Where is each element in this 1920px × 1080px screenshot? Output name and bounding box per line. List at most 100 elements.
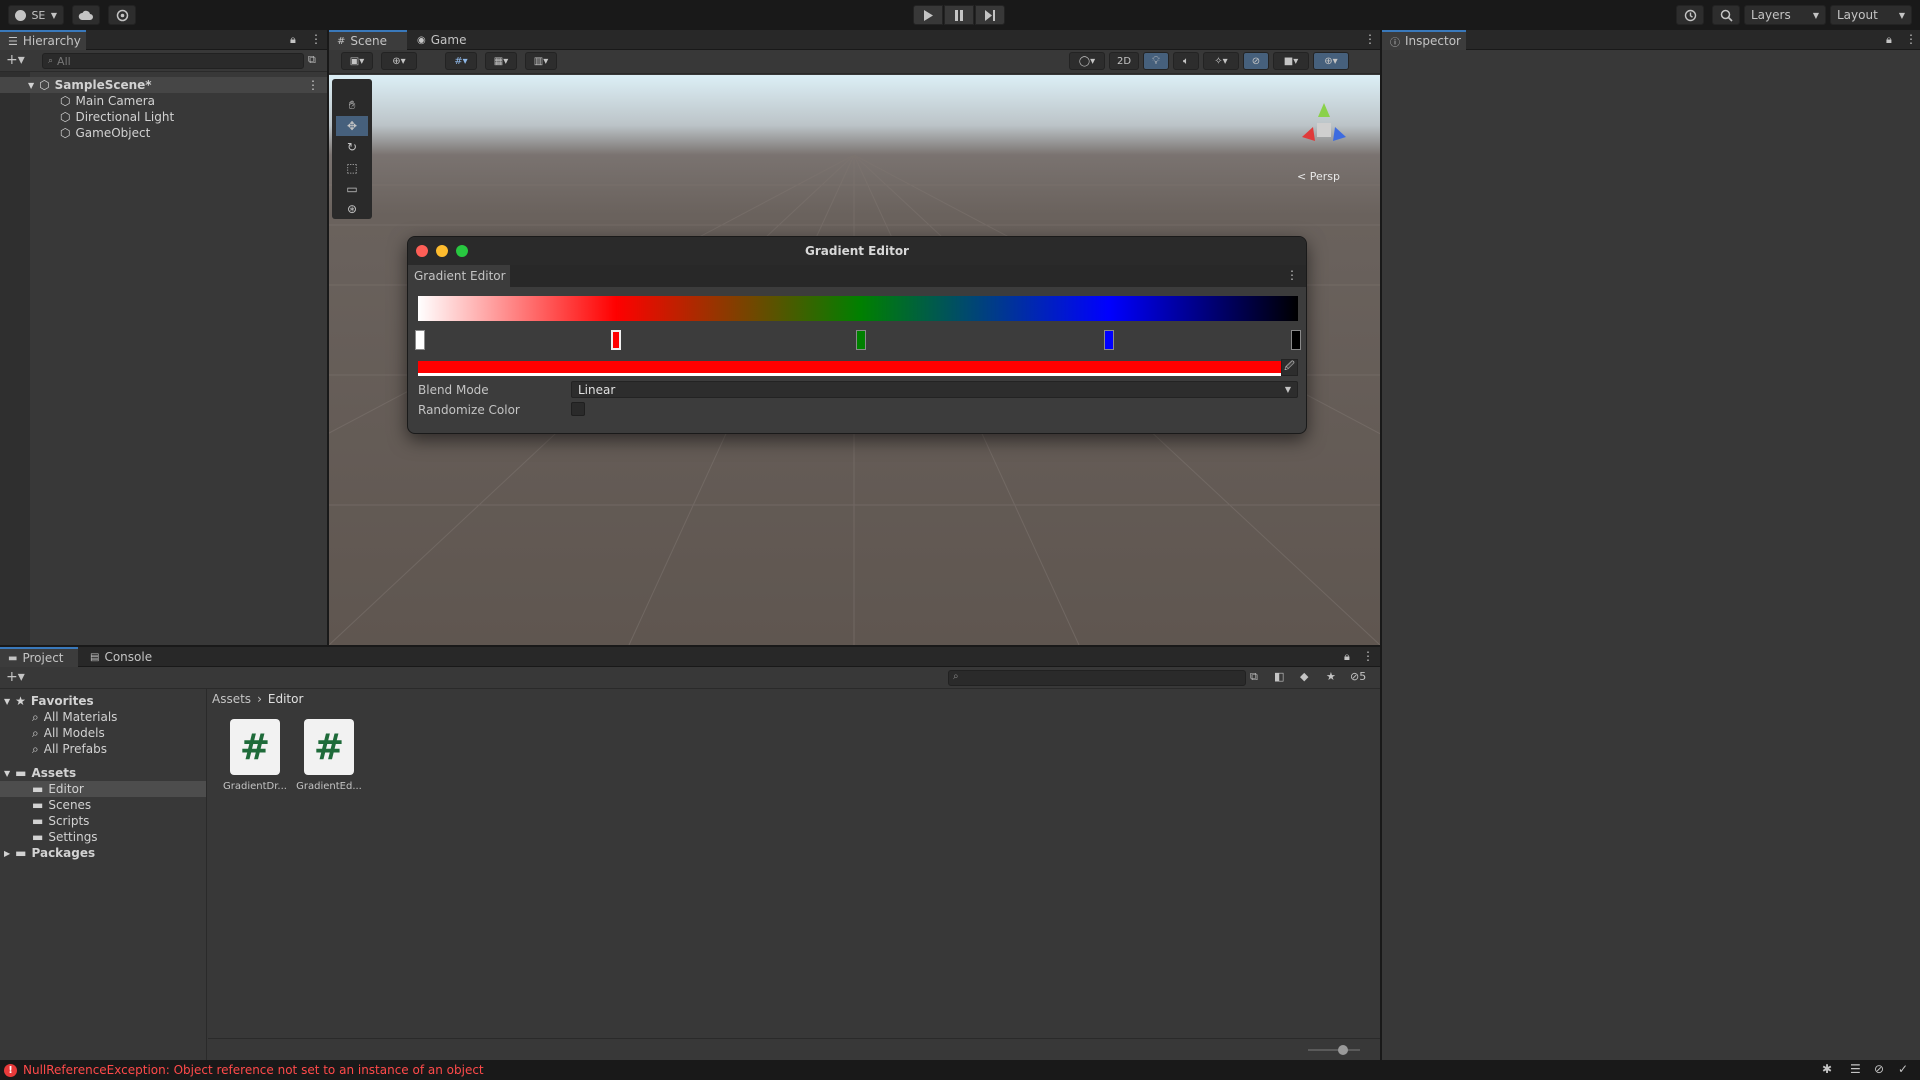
effects-dropdown[interactable]: ✧▾ (1203, 52, 1239, 70)
audio-toggle[interactable]: 🔈︎ (1173, 52, 1199, 70)
step-button[interactable] (975, 5, 1005, 25)
move-tool-button[interactable]: ✥ (336, 116, 368, 136)
rotate-tool-button[interactable]: ↻ (336, 137, 368, 157)
hierarchy-item[interactable]: ⬡ Directional Light (60, 109, 174, 125)
more-options-icon[interactable]: ⋮ (1905, 32, 1917, 46)
scene-row[interactable]: ▼ ⬡ SampleScene* ⋮ (0, 77, 327, 93)
gizmo-center[interactable] (1317, 123, 1331, 137)
favorite-item[interactable]: ⌕ All Prefabs (32, 741, 107, 757)
tab-console[interactable]: ▤ Console (82, 647, 162, 667)
file-item[interactable]: # GradientEd... (296, 719, 362, 799)
hidden-packages-toggle[interactable]: ⊘5 (1350, 670, 1366, 683)
assets-header[interactable]: ▼ ▬ Assets (4, 765, 76, 781)
add-icon[interactable]: +▾ (6, 669, 25, 685)
color-keys-track[interactable] (408, 237, 1306, 357)
tab-game[interactable]: ◉ Game (409, 30, 477, 50)
folder-item[interactable]: ▬ Settings (32, 829, 98, 845)
folder-item-selected[interactable]: ▬ Editor (0, 781, 206, 797)
projection-toggle[interactable]: < Persp (1297, 170, 1340, 183)
favorite-item[interactable]: ⌕ All Materials (32, 709, 117, 725)
play-button[interactable] (913, 5, 943, 25)
hierarchy-item-label: GameObject (75, 126, 151, 140)
search-by-type-icon[interactable]: ⧉ (1250, 670, 1258, 684)
more-options-icon[interactable]: ⋮ (310, 32, 322, 46)
breadcrumb-assets[interactable]: Assets (212, 692, 251, 706)
hidden-objects-toggle[interactable]: ⊘ (1243, 52, 1269, 70)
snap-dropdown[interactable]: ▦▾ (485, 52, 517, 70)
y-axis-cone[interactable] (1318, 103, 1330, 117)
hand-tool-button[interactable]: ✋︎ (336, 95, 368, 115)
global-dropdown[interactable]: ⊕▾ (381, 52, 417, 70)
slider-thumb[interactable] (1338, 1045, 1348, 1055)
lock-icon[interactable]: 🔒︎ (1344, 650, 1350, 664)
scale-tool-button[interactable]: ⬚ (336, 158, 368, 178)
color-key-selected[interactable] (611, 330, 621, 350)
tab-hierarchy[interactable]: ☰ Hierarchy (0, 30, 86, 50)
project-search-field[interactable]: ⌕ (948, 670, 1246, 686)
tab-label: Console (104, 650, 153, 664)
transform-tool-button[interactable]: ⊛ (336, 199, 368, 219)
draw-mode-dropdown[interactable]: ▣▾ (341, 52, 373, 70)
hierarchy-search-field[interactable]: ⌕ All (42, 53, 304, 69)
more-options-icon[interactable]: ⋮ (1364, 32, 1376, 46)
add-icon[interactable]: +▾ (6, 52, 25, 68)
lock-icon[interactable]: 🔒︎ (1886, 33, 1892, 47)
eyedropper-button[interactable]: 🖉︎ (1281, 359, 1298, 376)
icon-size-slider[interactable] (1308, 1049, 1360, 1051)
tab-project[interactable]: ▬ Project (0, 647, 78, 667)
bug-icon[interactable]: ✱ (1822, 1062, 1832, 1076)
sphere-icon: ◯▾ (1078, 55, 1096, 67)
file-item[interactable]: # GradientDr... (222, 719, 288, 799)
grid-snap-dropdown[interactable]: #▾ (445, 52, 477, 70)
camera-dropdown[interactable]: ■▾ (1273, 52, 1309, 70)
collab-button[interactable] (108, 5, 136, 25)
breadcrumb-editor[interactable]: Editor (268, 692, 304, 706)
color-key[interactable] (1291, 330, 1301, 350)
cloud-button[interactable] (72, 5, 100, 25)
tab-scene[interactable]: # Scene (329, 30, 407, 50)
increment-dropdown[interactable]: ▥▾ (525, 52, 557, 70)
layers-dropdown[interactable]: Layers ▼ (1744, 5, 1826, 25)
favorite-star-icon[interactable]: ★ (1326, 670, 1336, 683)
more-options-icon[interactable]: ⋮ (307, 78, 319, 92)
packages-header[interactable]: ▶ ▬ Packages (4, 845, 95, 861)
scene-name: SampleScene* (54, 78, 152, 92)
orientation-gizmo[interactable] (1289, 95, 1359, 165)
favorites-header[interactable]: ▼ ★ Favorites (4, 693, 94, 709)
account-dropdown[interactable]: SE ▼ (8, 5, 64, 25)
tab-inspector[interactable]: ⓘ Inspector (1382, 30, 1466, 50)
lighting-toggle[interactable]: 💡︎ (1143, 52, 1169, 70)
stack-icon[interactable]: ☰ (1850, 1062, 1861, 1076)
blend-mode-dropdown[interactable]: Linear ▼ (571, 381, 1298, 398)
color-key[interactable] (415, 330, 425, 350)
more-options-icon[interactable]: ⋮ (1362, 649, 1374, 663)
color-key[interactable] (855, 330, 866, 350)
pause-icon (955, 9, 963, 21)
color-key[interactable] (1103, 330, 1114, 350)
filter-type-icon[interactable]: ◧ (1274, 670, 1284, 683)
folder-item[interactable]: ▬ Scenes (32, 797, 91, 813)
favorite-item[interactable]: ⌕ All Models (32, 725, 105, 741)
search-button[interactable] (1712, 5, 1740, 25)
x-axis-cone[interactable] (1302, 127, 1315, 141)
folder-item[interactable]: ▬ Scripts (32, 813, 89, 829)
key-color-field[interactable] (418, 361, 1284, 376)
z-axis-cone[interactable] (1333, 127, 1346, 141)
network-icon[interactable]: ⊘ (1874, 1062, 1884, 1076)
search-options-icon[interactable]: ⧉ (308, 53, 316, 67)
check-circle-icon[interactable]: ✓ (1898, 1062, 1908, 1076)
toggle-2d-button[interactable]: 2D (1109, 52, 1139, 70)
shading-dropdown[interactable]: ◯▾ (1069, 52, 1105, 70)
randomize-color-checkbox[interactable] (571, 402, 585, 416)
layout-dropdown[interactable]: Layout ▼ (1830, 5, 1912, 25)
label-icon[interactable]: ◆ (1300, 670, 1308, 683)
history-button[interactable] (1676, 5, 1704, 25)
pause-button[interactable] (944, 5, 974, 25)
hierarchy-item[interactable]: ⬡ GameObject (60, 125, 150, 141)
packages-label: Packages (31, 846, 96, 860)
error-message[interactable]: NullReferenceException: Object reference… (23, 1063, 484, 1077)
lock-icon[interactable]: 🔒︎ (290, 33, 296, 47)
gizmos-dropdown[interactable]: ⊕▾ (1313, 52, 1349, 70)
rect-tool-button[interactable]: ▭ (336, 179, 368, 199)
hierarchy-item[interactable]: ⬡ Main Camera (60, 93, 155, 109)
